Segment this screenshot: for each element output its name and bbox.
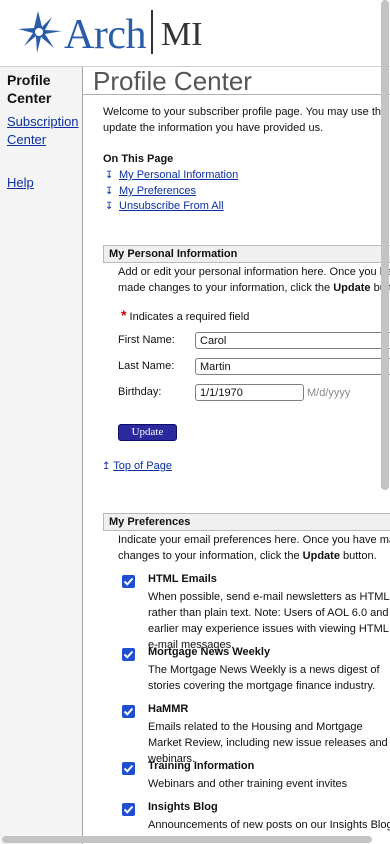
logo-suffix: MI: [161, 16, 203, 53]
title-divider: [83, 94, 390, 95]
section-header-preferences: My Preferences: [103, 513, 390, 531]
sidebar-item-subscription-center[interactable]: Subscription Center: [7, 113, 81, 149]
arch-mi-logo[interactable]: Arch MI: [18, 9, 208, 58]
birthday-field[interactable]: 1/1/1970: [195, 384, 304, 401]
sidebar: Profile Center Subscription Center Help: [0, 67, 83, 844]
anchor-link-unsubscribe[interactable]: ↧ Unsubscribe From All: [105, 199, 224, 214]
compass-star-icon: [18, 11, 62, 53]
update-button[interactable]: Update: [118, 424, 177, 441]
checkmark-icon: [123, 805, 134, 814]
required-field-note: * Indicates a required field: [121, 307, 250, 323]
horizontal-scrollbar[interactable]: [2, 836, 372, 843]
arrow-down-icon: ↧: [105, 170, 114, 181]
checkbox-mortgage-news-weekly[interactable]: [122, 648, 135, 661]
preference-description: The Mortgage News Weekly is a news diges…: [148, 664, 380, 692]
preference-description: When possible, send e-mail newsletters a…: [148, 591, 390, 651]
checkmark-icon: [123, 650, 134, 659]
checkbox-hammr[interactable]: [122, 705, 135, 718]
preference-title: Mortgage News Weekly: [148, 646, 271, 658]
intro-text: Welcome to your subscriber profile page.…: [103, 106, 390, 134]
preference-title: Insights Blog: [148, 801, 218, 813]
arrow-up-icon: ↥: [102, 461, 111, 472]
preference-description: Announcements of new posts on our Insigh…: [148, 819, 390, 831]
on-this-page-heading: On This Page: [103, 153, 174, 165]
checkmark-icon: [123, 577, 134, 586]
logo-wordmark: Arch: [64, 12, 146, 58]
anchor-link-preferences[interactable]: ↧ My Preferences: [105, 184, 196, 199]
sidebar-title: Profile Center: [7, 72, 52, 106]
vertical-scrollbar[interactable]: [381, 0, 389, 490]
top-of-page-link[interactable]: ↥ Top of Page: [102, 460, 172, 472]
birthday-format-hint: M/d/yyyy: [307, 387, 351, 399]
preference-title: HaMMR: [148, 703, 189, 715]
preference-title: Training Information: [148, 760, 255, 772]
required-asterisk-icon: *: [121, 307, 127, 323]
checkmark-icon: [123, 707, 134, 716]
arrow-down-icon: ↧: [105, 201, 114, 212]
first-name-label: First Name:: [118, 334, 175, 346]
sidebar-item-help[interactable]: Help: [7, 174, 81, 192]
first-name-field[interactable]: Carol: [195, 332, 390, 349]
checkbox-html-emails[interactable]: [122, 575, 135, 588]
checkbox-insights-blog[interactable]: [122, 803, 135, 816]
arrow-down-icon: ↧: [105, 186, 114, 197]
checkbox-training-information[interactable]: [122, 762, 135, 775]
page-title: Profile Center: [93, 67, 252, 96]
preference-description: Webinars and other training event invite…: [148, 778, 348, 790]
main-content: Profile Center Welcome to your subscribe…: [83, 67, 390, 844]
header: Arch MI: [0, 0, 390, 67]
checkmark-icon: [123, 764, 134, 773]
birthday-label: Birthday:: [118, 386, 162, 398]
personal-description: Add or edit your personal information he…: [118, 266, 390, 294]
logo-divider: [151, 10, 153, 54]
anchor-link-personal-information[interactable]: ↧ My Personal Information: [105, 168, 238, 183]
section-header-personal-information: My Personal Information: [103, 245, 390, 263]
preference-title: HTML Emails: [148, 573, 217, 585]
last-name-field[interactable]: Martin: [195, 358, 390, 375]
last-name-label: Last Name:: [118, 360, 175, 372]
preferences-description: Indicate your email preferences here. On…: [118, 534, 390, 562]
